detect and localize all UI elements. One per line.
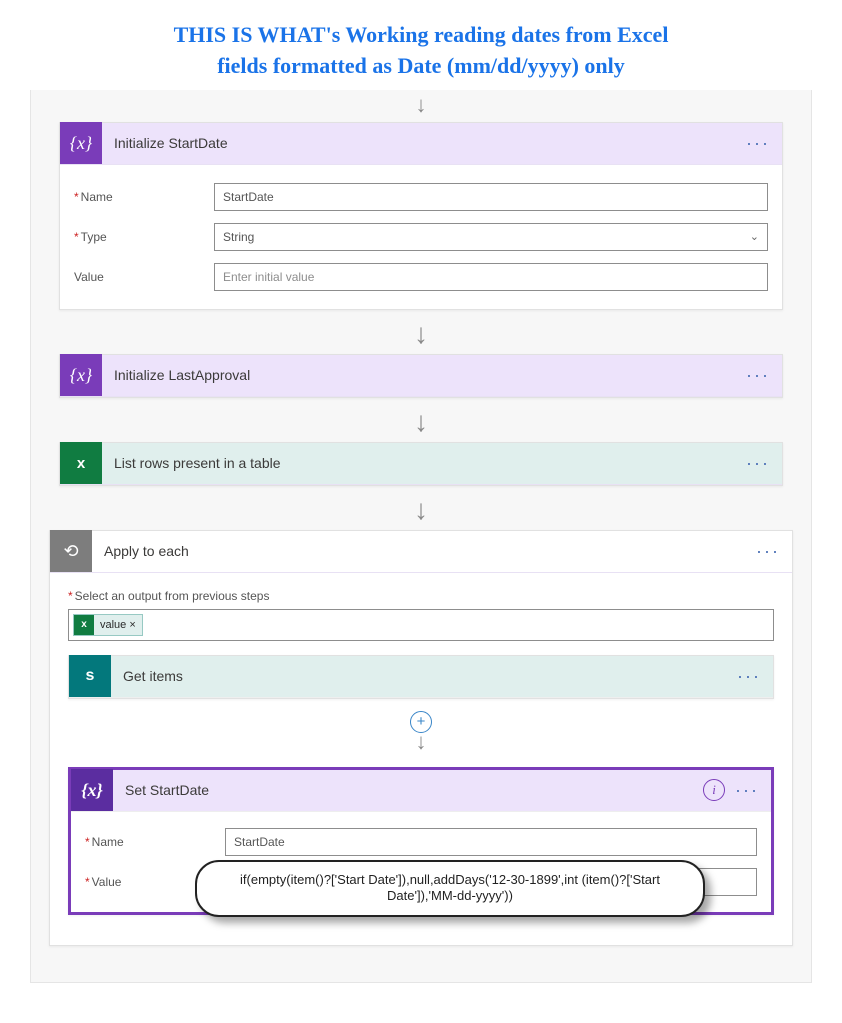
type-select[interactable]: String ⌄ [214,223,768,251]
value-input[interactable]: Enter initial value [214,263,768,291]
select-output-input[interactable]: x value × [68,609,774,641]
loop-icon: ⟲ [50,530,92,572]
arrow-down-icon: ↓ [416,94,427,116]
action-header[interactable]: {x} Initialize LastApproval ··· [60,355,782,397]
arrow-down-icon: ↓ [414,408,428,436]
arrow-down-icon: ↓ [414,320,428,348]
action-header[interactable]: ⟲ Apply to each ··· [50,531,792,573]
variable-icon: {x} [60,354,102,396]
token-value[interactable]: x value × [73,614,143,636]
variable-icon: {x} [60,122,102,164]
action-initialize-startdate[interactable]: {x} Initialize StartDate ··· *Name Start… [59,122,783,310]
action-initialize-lastapproval[interactable]: {x} Initialize LastApproval ··· [59,354,783,398]
action-body: *Name StartDate *Value fx if(...) × if(e… [71,812,771,912]
action-title: Set StartDate [113,782,703,798]
action-body: *Name StartDate *Type String ⌄ Value Ent… [60,165,782,309]
excel-icon: x [60,442,102,484]
action-menu-icon[interactable]: ··· [746,453,770,474]
title-line-1: THIS IS WHAT's Working reading dates fro… [174,22,669,47]
action-title: Get items [111,668,737,684]
loop-body: *Select an output from previous steps x … [50,573,792,945]
action-header[interactable]: x List rows present in a table ··· [60,443,782,485]
field-label-name: *Name [85,835,225,849]
action-header[interactable]: {x} Set StartDate i ··· [71,770,771,812]
action-menu-icon[interactable]: ··· [746,365,770,386]
type-value: String [223,230,254,244]
action-title: Initialize StartDate [102,135,746,151]
action-header[interactable]: {x} Initialize StartDate ··· [60,123,782,165]
action-list-rows[interactable]: x List rows present in a table ··· [59,442,783,486]
action-title: List rows present in a table [102,455,746,471]
field-label-select-output: *Select an output from previous steps [68,589,774,603]
excel-icon: x [74,615,94,635]
flow-canvas: ↓ {x} Initialize StartDate ··· *Name Sta… [30,90,812,983]
variable-icon: {x} [71,769,113,811]
token-text: value × [94,619,142,631]
field-label-name: *Name [74,190,214,204]
action-menu-icon[interactable]: ··· [735,780,759,801]
name-input[interactable]: StartDate [225,828,757,856]
page-title: THIS IS WHAT's Working reading dates fro… [30,20,812,82]
action-title: Apply to each [92,543,756,559]
action-header[interactable]: s Get items ··· [69,656,773,698]
title-line-2: fields formatted as Date (mm/dd/yyyy) on… [217,53,625,78]
action-menu-icon[interactable]: ··· [737,666,761,687]
add-step-button[interactable]: + [410,711,432,733]
action-menu-icon[interactable]: ··· [746,133,770,154]
field-label-type: *Type [74,230,214,244]
action-menu-icon[interactable]: ··· [756,541,780,562]
sharepoint-icon: s [69,655,111,697]
arrow-down-icon: ↓ [414,496,428,524]
name-input[interactable]: StartDate [214,183,768,211]
action-apply-to-each[interactable]: ⟲ Apply to each ··· *Select an output fr… [49,530,793,946]
field-label-value: Value [74,270,214,284]
action-set-startdate[interactable]: {x} Set StartDate i ··· *Name StartDate … [68,767,774,915]
action-title: Initialize LastApproval [102,367,746,383]
expression-tooltip: if(empty(item()?['Start Date']),null,add… [195,860,705,918]
action-get-items[interactable]: s Get items ··· [68,655,774,699]
arrow-down-icon: ↓ [416,731,427,753]
info-icon[interactable]: i [703,779,725,801]
chevron-down-icon: ⌄ [750,230,759,243]
